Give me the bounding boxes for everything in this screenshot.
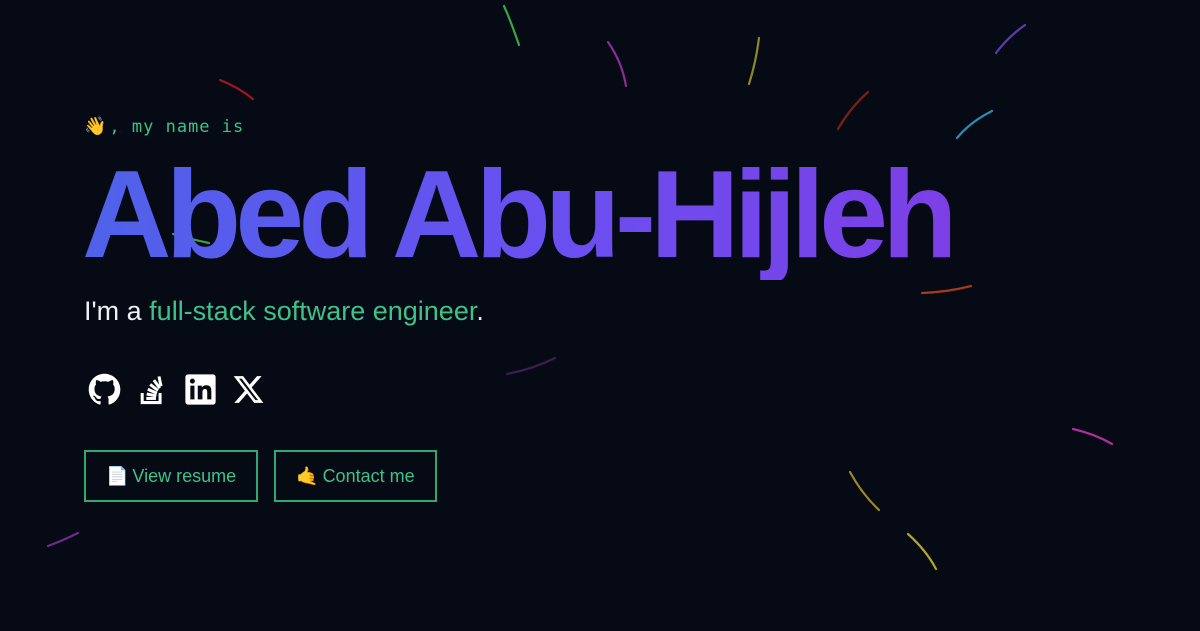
call-me-hand-icon: 🤙 [296,465,319,487]
stackoverflow-icon [140,375,163,404]
action-buttons: 📄 View resume 🤙 Contact me [84,450,437,502]
github-icon [88,373,120,405]
stackoverflow-link[interactable] [135,372,169,406]
view-resume-button[interactable]: 📄 View resume [84,450,259,502]
x-link[interactable] [231,372,265,406]
social-links [87,372,265,406]
tagline: I'm a full-stack software engineer. [84,296,484,327]
greeting: 👋 , my name is [84,116,244,137]
streak [46,531,80,548]
tagline-suffix: . [476,296,484,326]
x-icon [233,375,263,403]
page-title: Abed Abu-Hijleh [82,146,958,284]
page: 👋 , my name is Abed Abu-Hijleh I'm a ful… [0,0,1200,631]
tagline-role: full-stack software engineer [149,296,477,326]
contact-me-button[interactable]: 🤙 Contact me [274,450,437,502]
waving-hand-icon: 👋 [84,116,108,137]
view-resume-label: View resume [132,465,237,486]
tagline-prefix: I'm a [84,296,150,326]
document-icon: 📄 [106,465,129,487]
greeting-text: , my name is [109,116,245,137]
linkedin-icon [184,373,216,405]
github-link[interactable] [87,372,121,406]
contact-me-label: Contact me [322,465,415,486]
linkedin-link[interactable] [183,372,217,406]
hero-section: 👋 , my name is Abed Abu-Hijleh I'm a ful… [82,0,1200,631]
